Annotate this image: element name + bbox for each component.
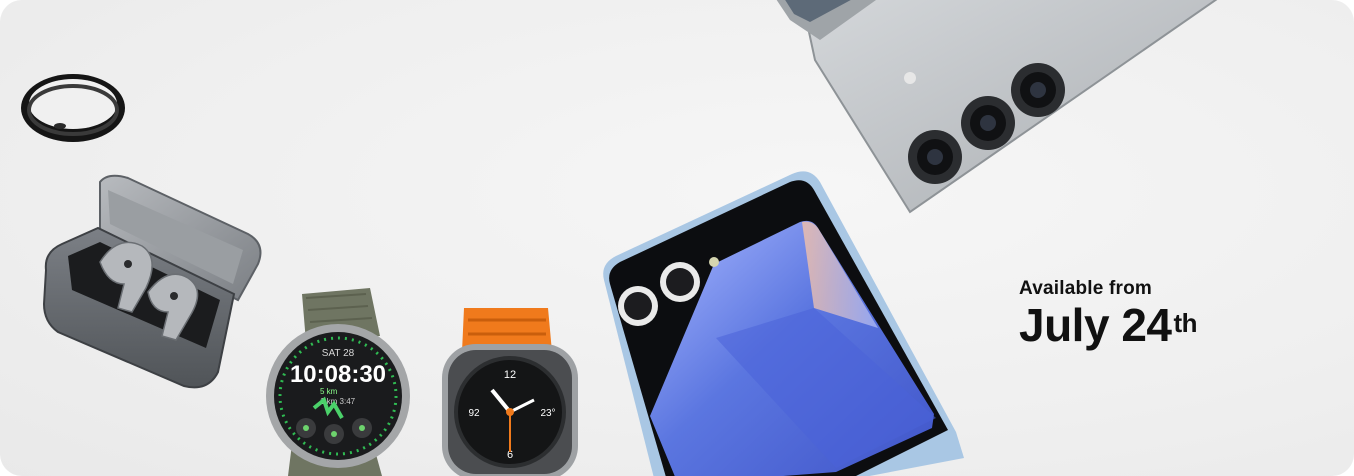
watch-stat-1: 5 km xyxy=(320,387,338,396)
galaxy-buds-case-icon xyxy=(42,174,262,389)
watch-time-text: 10:08:30 xyxy=(290,361,386,388)
watch-ultra-right-num: 23° xyxy=(540,408,555,419)
product-banner[interactable]: SAT 28 10:08:30 5 km 1 km 3:47 12 92 23°… xyxy=(0,0,1354,476)
availability-date-text: July 24 xyxy=(1019,299,1172,351)
availability-block: Available from July 24th xyxy=(1019,278,1198,351)
galaxy-watch-ultra-icon: 12 92 23° 6 xyxy=(442,308,578,476)
galaxy-ring-icon xyxy=(21,74,125,142)
availability-date-suffix: th xyxy=(1173,308,1198,338)
galaxy-watch-green-icon: SAT 28 10:08:30 5 km 1 km 3:47 xyxy=(266,288,410,476)
watch-ultra-left-num: 92 xyxy=(468,408,480,419)
galaxy-z-flip-phone-icon xyxy=(603,171,964,476)
availability-date: July 24th xyxy=(1019,299,1198,351)
watch-ultra-top-num: 12 xyxy=(504,369,516,381)
watch-date-text: SAT 28 xyxy=(322,348,355,359)
availability-label: Available from xyxy=(1019,278,1153,299)
